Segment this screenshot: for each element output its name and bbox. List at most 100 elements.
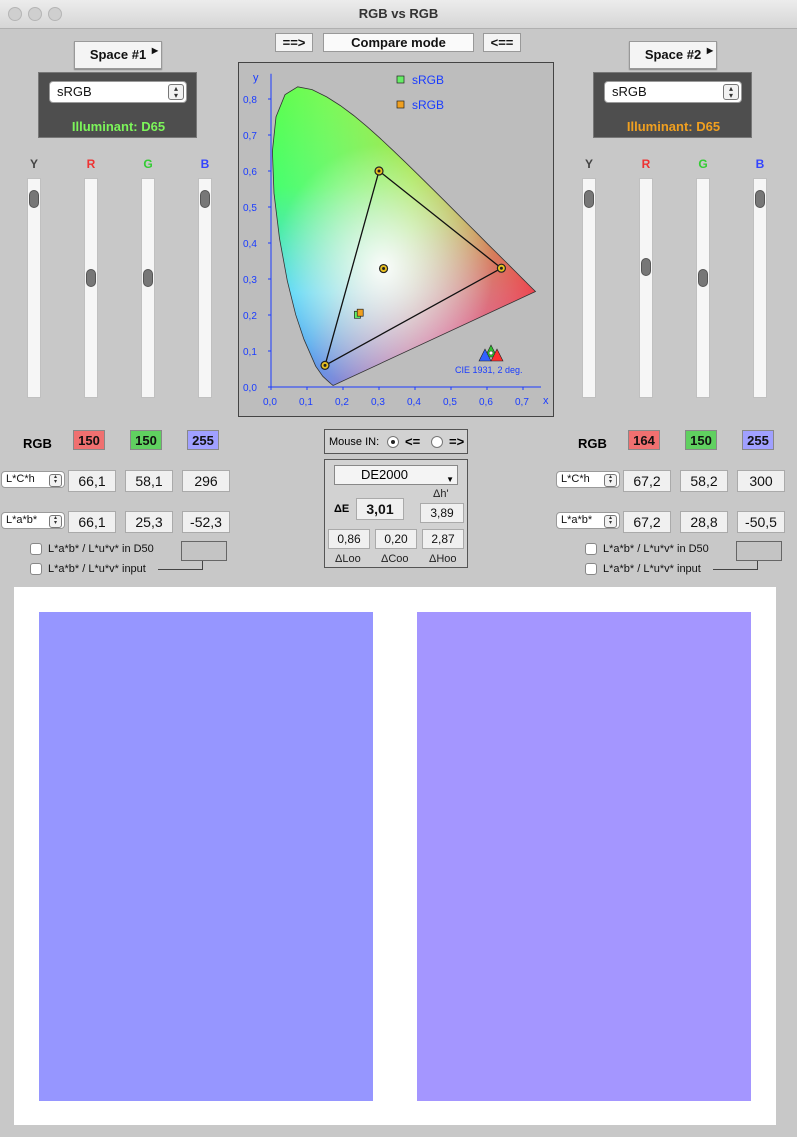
space-2-lab-select-value: L*a*b* [561, 514, 593, 526]
space-2-r-value[interactable]: 164 [628, 430, 660, 450]
space-1-slider-r[interactable] [84, 178, 98, 398]
space-2-slider-r[interactable] [639, 178, 653, 398]
space-2-d50-checkbox[interactable] [585, 543, 597, 555]
space-2-rgb-label: RGB [578, 436, 607, 451]
space-2-slider-r-label: R [641, 157, 651, 171]
space-2-lch-c[interactable]: 58,2 [680, 470, 728, 492]
space-2-input-label: L*a*b* / L*u*v* input [603, 563, 701, 575]
space-2-lab-b[interactable]: -50,5 [737, 511, 785, 533]
connector-line [158, 569, 203, 570]
legend-swatch-1 [396, 75, 405, 84]
updown-arrows-icon: ▴ ▾ [723, 84, 739, 100]
space-1-panel: sRGB ▴ ▾ Illuminant: D65 [38, 72, 197, 138]
delta-e-formula-value: DE2000 [361, 467, 408, 482]
mouse-in-left-radio[interactable] [387, 436, 399, 448]
space-1-slider-b[interactable] [198, 178, 212, 398]
space-1-slider-y[interactable] [27, 178, 41, 398]
mouse-in-right-radio[interactable] [431, 436, 443, 448]
delta-hh-label: ΔHoo [429, 553, 457, 565]
space-2-illuminant: Illuminant: D65 [626, 119, 721, 134]
space-1-g-value[interactable]: 150 [130, 430, 162, 450]
space-1-lab-b[interactable]: -52,3 [182, 511, 230, 533]
space-1-lch-select[interactable]: L*C*h ▴ ▾ [1, 471, 65, 488]
delta-h-prime-value: 3,89 [420, 503, 464, 523]
space-1-button[interactable]: Space #1 ▶ [74, 41, 162, 69]
space-1-lab-a[interactable]: 25,3 [125, 511, 173, 533]
space-1-d50-checkbox[interactable] [30, 543, 42, 555]
space-2-lch-select[interactable]: L*C*h ▴ ▾ [556, 471, 620, 488]
delta-hh-value: 2,87 [422, 529, 464, 549]
triangle-right-icon: ▶ [706, 46, 713, 55]
space-2-slider-b-thumb[interactable] [755, 190, 765, 208]
space-1-slider-r-thumb[interactable] [86, 269, 96, 287]
space-2-slider-y-thumb[interactable] [584, 190, 594, 208]
y-tick-label: 0,7 [243, 131, 257, 142]
space-2-select[interactable]: sRGB ▴ ▾ [604, 81, 742, 103]
x-tick-label: 0,1 [299, 397, 313, 408]
space-1-slider-y-thumb[interactable] [29, 190, 39, 208]
space-1-lab-l[interactable]: 66,1 [68, 511, 116, 533]
copy-left-to-right-button[interactable]: ==> [275, 33, 313, 52]
copy-right-to-left-button[interactable]: <== [483, 33, 521, 52]
legend-label-1: sRGB [412, 73, 444, 87]
triangle-right-icon: ▶ [151, 46, 158, 55]
space-1-lch-h[interactable]: 296 [182, 470, 230, 492]
space-1-slider-g[interactable] [141, 178, 155, 398]
space-1-r-value[interactable]: 150 [73, 430, 105, 450]
x-tick-label: 0,0 [263, 397, 277, 408]
space-2-lch-h[interactable]: 300 [737, 470, 785, 492]
delta-e-formula-select[interactable]: DE2000 ▼ [334, 465, 458, 485]
window-title: RGB vs RGB [358, 6, 439, 21]
x-tick-label: 0,5 [443, 397, 457, 408]
space-1-slider-g-thumb[interactable] [143, 269, 153, 287]
y-tick-label: 0,1 [243, 347, 257, 358]
y-tick-label: 0,6 [243, 167, 257, 178]
chromaticity-diagram[interactable]: 0,0 0,1 0,2 0,3 0,4 0,5 0,6 0,7 0,0 0,1 0,2 0,3 0,4 0… [239, 63, 553, 416]
space-2-lab-select[interactable]: L*a*b* ▴ ▾ [556, 512, 620, 529]
chromaticity-diagram-frame: 0,0 0,1 0,2 0,3 0,4 0,5 0,6 0,7 0,0 0,1 0,2 0,3 0,4 0… [238, 62, 554, 417]
updown-arrows-icon: ▴ ▾ [49, 474, 62, 487]
compare-mode-button[interactable]: Compare mode [323, 33, 474, 52]
space-1-lch-l[interactable]: 66,1 [68, 470, 116, 492]
space-2-color-swatch[interactable] [417, 612, 751, 1101]
space-2-slider-r-thumb[interactable] [641, 258, 651, 276]
space-2-slider-g[interactable] [696, 178, 710, 398]
updown-arrows-icon: ▴ ▾ [168, 84, 184, 100]
x-tick-label: 0,3 [371, 397, 385, 408]
space-1-lab-select-value: L*a*b* [6, 514, 38, 526]
space-2-select-value: sRGB [612, 84, 647, 99]
space-1-slider-b-thumb[interactable] [200, 190, 210, 208]
space-2-lab-l[interactable]: 67,2 [623, 511, 671, 533]
legend-swatch-2 [396, 100, 405, 109]
space-1-select[interactable]: sRGB ▴ ▾ [49, 81, 187, 103]
space-2-lch-l[interactable]: 67,2 [623, 470, 671, 492]
diagram-caption: CIE 1931, 2 deg. [455, 365, 523, 375]
space-2-button[interactable]: Space #2 ▶ [629, 41, 717, 69]
gamut-point-center [323, 363, 327, 367]
space-1-slider-g-label: G [143, 157, 153, 171]
space-1-lab-select[interactable]: L*a*b* ▴ ▾ [1, 512, 65, 529]
space-2-b-value[interactable]: 255 [742, 430, 774, 450]
space-1-color-swatch[interactable] [39, 612, 373, 1101]
delta-e-label: ΔE [334, 503, 350, 515]
space-2-input-checkbox[interactable] [585, 563, 597, 575]
space-1-mini-swatch[interactable] [181, 541, 227, 561]
space-2-mini-swatch[interactable] [736, 541, 782, 561]
rgb-triangle-icon [478, 344, 504, 362]
space-1-input-checkbox[interactable] [30, 563, 42, 575]
space-1-lch-c[interactable]: 58,1 [125, 470, 173, 492]
y-tick-label: 0,0 [243, 383, 257, 394]
y-tick-label: 0,8 [243, 95, 257, 106]
space-2-slider-y[interactable] [582, 178, 596, 398]
x-tick-label: 0,6 [479, 397, 493, 408]
space-2-g-value[interactable]: 150 [685, 430, 717, 450]
delta-h-prime-label: Δh' [433, 488, 449, 500]
space-1-d50-label: L*a*b* / L*u*v* in D50 [48, 543, 154, 555]
space-1-b-value[interactable]: 255 [187, 430, 219, 450]
y-tick-label: 0,5 [243, 203, 257, 214]
space-2-slider-b[interactable] [753, 178, 767, 398]
space-2-slider-g-thumb[interactable] [698, 269, 708, 287]
y-axis-label: y [253, 72, 259, 84]
space-2-lab-a[interactable]: 28,8 [680, 511, 728, 533]
space-1-slider-r-label: R [86, 157, 96, 171]
